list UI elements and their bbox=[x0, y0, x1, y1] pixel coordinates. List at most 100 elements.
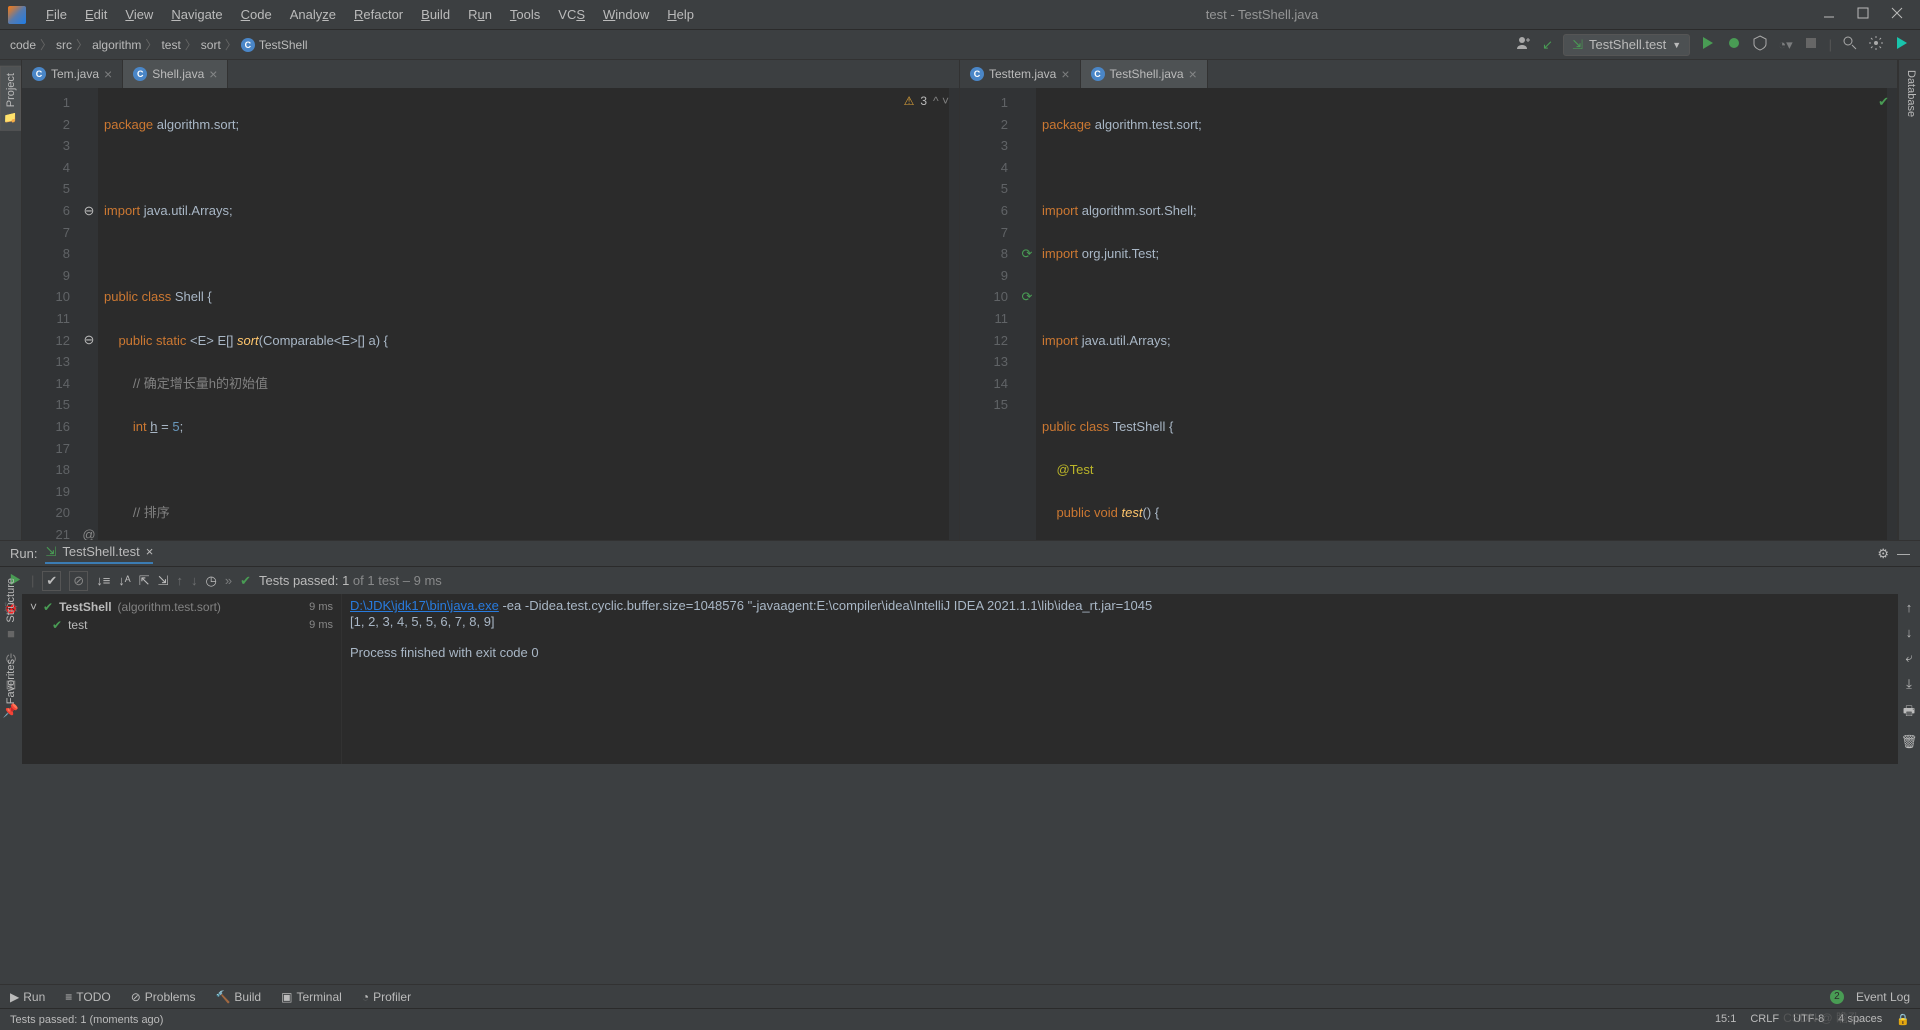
coverage-icon[interactable] bbox=[1752, 35, 1768, 54]
nav-bar: code〉 src〉 algorithm〉 test〉 sort〉 C Test… bbox=[0, 30, 1920, 60]
menu-bar: File Edit View Navigate Code Analyze Ref… bbox=[38, 5, 702, 24]
run-toolbar: | ✔ ⊘ ↓≡ ↓ᴬ ⇱ ⇲ ↑ ↓ ◷ » ✔ Tests passed: … bbox=[0, 566, 1920, 594]
print-icon[interactable]: 🖶 bbox=[1903, 702, 1915, 724]
menu-refactor[interactable]: Refactor bbox=[346, 5, 411, 24]
up-icon[interactable]: ↑ bbox=[177, 573, 184, 588]
close-icon[interactable] bbox=[1890, 6, 1904, 23]
tree-item-test[interactable]: ✔test9 ms bbox=[26, 616, 337, 634]
close-icon[interactable]: × bbox=[104, 66, 112, 82]
app-logo bbox=[8, 6, 26, 24]
scroll-end-icon[interactable]: ⤓ bbox=[1906, 676, 1912, 692]
marker-bar[interactable] bbox=[949, 88, 959, 540]
sort-alpha-icon[interactable]: ↓ᴬ bbox=[118, 573, 130, 588]
collapse-icon[interactable]: ⇲ bbox=[158, 573, 169, 589]
profiler-tool[interactable]: ◔ Profiler bbox=[362, 990, 411, 1004]
run-panel-body: 🐞 ■ ⏻ ⊞ 📌 ˅✔TestShell (algorithm.test.so… bbox=[0, 594, 1920, 764]
menu-build[interactable]: Build bbox=[413, 5, 458, 24]
build-tool[interactable]: 🔨 Build bbox=[215, 990, 261, 1004]
run-tool[interactable]: ▶ Run bbox=[10, 990, 45, 1004]
menu-analyze[interactable]: Analyze bbox=[282, 5, 344, 24]
menu-window[interactable]: Window bbox=[595, 5, 657, 24]
tab-tem-java[interactable]: CTem.java× bbox=[22, 60, 123, 88]
minimize-icon[interactable] bbox=[1822, 6, 1836, 23]
gutter-icons: ⊖⊖@ bbox=[80, 88, 98, 540]
clear-icon[interactable]: 🗑 bbox=[1901, 734, 1918, 750]
crumb-algorithm[interactable]: algorithm bbox=[92, 38, 141, 52]
crumb-class[interactable]: TestShell bbox=[259, 38, 308, 52]
breadcrumb: code〉 src〉 algorithm〉 test〉 sort〉 C Test… bbox=[10, 36, 308, 53]
settings-icon[interactable] bbox=[1868, 35, 1884, 54]
run-icon[interactable] bbox=[1700, 35, 1716, 54]
status-bar: Tests passed: 1 (moments ago) 15:1 CRLF … bbox=[0, 1008, 1920, 1030]
java-path-link[interactable]: D:\JDK\jdk17\bin\java.exe bbox=[350, 598, 499, 613]
settings-icon[interactable]: ⚙ bbox=[1877, 546, 1889, 562]
up-icon[interactable]: ↑ bbox=[1906, 600, 1913, 615]
line-separator[interactable]: CRLF bbox=[1750, 1013, 1779, 1026]
run-config-selector[interactable]: ⇲TestShell.test▼ bbox=[1563, 34, 1690, 56]
show-ignored-icon[interactable]: ⊘ bbox=[69, 571, 88, 591]
status-message: Tests passed: 1 (moments ago) bbox=[10, 1014, 163, 1026]
gutter-icons: ⟳⟳ bbox=[1018, 88, 1036, 540]
maximize-icon[interactable] bbox=[1856, 6, 1870, 23]
structure-tool[interactable]: Structure bbox=[2, 570, 20, 631]
down-icon[interactable]: ↓ bbox=[191, 573, 198, 588]
debug-icon[interactable] bbox=[1726, 35, 1742, 54]
tab-testtem-java[interactable]: CTesttem.java× bbox=[960, 60, 1081, 88]
search-icon[interactable] bbox=[1842, 35, 1858, 54]
menu-view[interactable]: View bbox=[117, 5, 161, 24]
wrap-icon[interactable]: ⤶ bbox=[1905, 650, 1912, 666]
menu-file[interactable]: File bbox=[38, 5, 75, 24]
tab-testshell-java[interactable]: CTestShell.java× bbox=[1081, 60, 1208, 88]
tab-shell-java[interactable]: CShell.java× bbox=[123, 60, 228, 88]
inspection-widget[interactable]: ⚠3 ^ ˅ bbox=[904, 94, 949, 108]
left-editor-pane: CTem.java× CShell.java× 1234567891011121… bbox=[22, 60, 960, 540]
problems-tool[interactable]: ⊘ Problems bbox=[131, 990, 196, 1004]
caret-position[interactable]: 15:1 bbox=[1715, 1013, 1736, 1026]
run-tab[interactable]: ⇲TestShell.test× bbox=[45, 544, 153, 564]
menu-navigate[interactable]: Navigate bbox=[163, 5, 230, 24]
crumb-sort[interactable]: sort bbox=[201, 38, 221, 52]
sort-icon[interactable]: ↓≡ bbox=[96, 573, 110, 588]
menu-help[interactable]: Help bbox=[659, 5, 702, 24]
close-icon[interactable]: × bbox=[209, 66, 217, 82]
show-passed-icon[interactable]: ✔ bbox=[42, 571, 61, 591]
event-log-tool[interactable]: Event Log bbox=[1856, 990, 1910, 1004]
expand-icon[interactable]: ⇱ bbox=[139, 573, 150, 589]
close-icon[interactable]: × bbox=[1189, 66, 1197, 82]
bottom-tool-bar: ▶ Run ≡ TODO ⊘ Problems 🔨 Build ▣ Termin… bbox=[0, 984, 1920, 1008]
menu-code[interactable]: Code bbox=[233, 5, 280, 24]
lock-icon[interactable]: 🔒 bbox=[1896, 1013, 1910, 1026]
down-icon[interactable]: ↓ bbox=[1906, 625, 1913, 640]
clock-icon[interactable]: ◷ bbox=[206, 573, 217, 589]
menu-tools[interactable]: Tools bbox=[502, 5, 548, 24]
database-tool[interactable]: Database bbox=[1902, 66, 1920, 540]
right-tool-bar: Database bbox=[1898, 60, 1920, 540]
cwm-icon[interactable] bbox=[1894, 35, 1910, 54]
commit-icon[interactable]: ↙ bbox=[1542, 37, 1553, 53]
menu-edit[interactable]: Edit bbox=[77, 5, 115, 24]
console-output[interactable]: D:\JDK\jdk17\bin\java.exe -ea -Didea.tes… bbox=[342, 594, 1898, 764]
todo-tool[interactable]: ≡ TODO bbox=[65, 990, 110, 1004]
minimize-icon[interactable]: — bbox=[1897, 546, 1910, 561]
editor-area: 📁 Project CTem.java× CShell.java× 123456… bbox=[0, 60, 1920, 540]
check-icon: ✔ bbox=[240, 573, 251, 589]
favorites-tool[interactable]: Favorites bbox=[2, 651, 20, 712]
terminal-tool[interactable]: ▣ Terminal bbox=[281, 990, 342, 1004]
close-icon[interactable]: × bbox=[1061, 66, 1069, 82]
marker-bar[interactable] bbox=[1887, 88, 1897, 540]
crumb-test[interactable]: test bbox=[161, 38, 180, 52]
menu-vcs[interactable]: VCS bbox=[550, 5, 593, 24]
code-content-left[interactable]: package algorithm.sort; import java.util… bbox=[98, 88, 949, 540]
menu-run[interactable]: Run bbox=[460, 5, 500, 24]
line-gutter: 123456789101112131415 bbox=[960, 88, 1018, 540]
crumb-src[interactable]: src bbox=[56, 38, 72, 52]
tree-root[interactable]: ˅✔TestShell (algorithm.test.sort)9 ms bbox=[26, 598, 337, 616]
stop-icon[interactable] bbox=[1803, 35, 1819, 54]
profile-icon[interactable]: ◔▾ bbox=[1778, 37, 1792, 53]
test-tree[interactable]: ˅✔TestShell (algorithm.test.sort)9 ms ✔t… bbox=[22, 594, 342, 764]
run-panel-header: Run: ⇲TestShell.test× ⚙ — bbox=[0, 540, 1920, 566]
code-content-right[interactable]: package algorithm.test.sort; import algo… bbox=[1036, 88, 1887, 540]
project-tool[interactable]: 📁 Project bbox=[0, 66, 21, 131]
crumb-code[interactable]: code bbox=[10, 38, 36, 52]
add-user-icon[interactable] bbox=[1516, 35, 1532, 54]
